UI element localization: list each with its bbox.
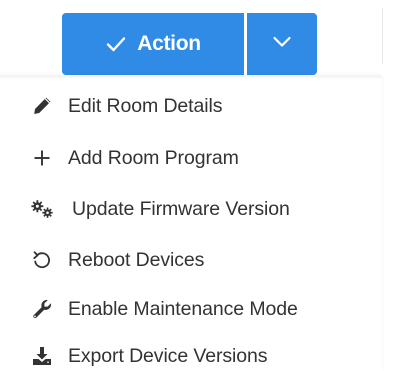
menu-item-label: Enable Maintenance Mode [68, 297, 298, 320]
action-button-group: Action [62, 13, 317, 75]
menu-item-label: Reboot Devices [68, 248, 205, 271]
page: Action Edit Room Details Add Room Progra… [0, 0, 402, 371]
menu-item-reboot-devices[interactable]: Reboot Devices [30, 245, 204, 275]
undo-icon [30, 248, 54, 272]
menu-item-label: Add Room Program [68, 146, 239, 169]
menu-item-add-room-program[interactable]: Add Room Program [30, 143, 239, 173]
action-dropdown-toggle[interactable] [247, 13, 317, 75]
menu-item-update-firmware-version[interactable]: Update Firmware Version [30, 194, 290, 224]
menu-item-label: Update Firmware Version [72, 197, 290, 220]
wrench-icon [30, 297, 54, 321]
chevron-down-icon [271, 31, 293, 58]
menu-item-enable-maintenance-mode[interactable]: Enable Maintenance Mode [30, 294, 298, 324]
download-icon [30, 344, 54, 368]
menu-item-export-device-versions[interactable]: Export Device Versions [30, 341, 267, 371]
menu-shadow [0, 76, 382, 79]
menu-item-edit-room-details[interactable]: Edit Room Details [30, 91, 222, 121]
menu-item-label: Edit Room Details [68, 94, 223, 117]
gears-icon [30, 197, 54, 221]
action-button[interactable]: Action [62, 13, 244, 75]
plus-icon [30, 146, 54, 170]
action-button-label: Action [137, 32, 201, 55]
pencil-icon [30, 94, 54, 118]
menu-item-label: Export Device Versions [68, 344, 268, 367]
divider [382, 8, 383, 64]
check-icon [105, 33, 127, 55]
